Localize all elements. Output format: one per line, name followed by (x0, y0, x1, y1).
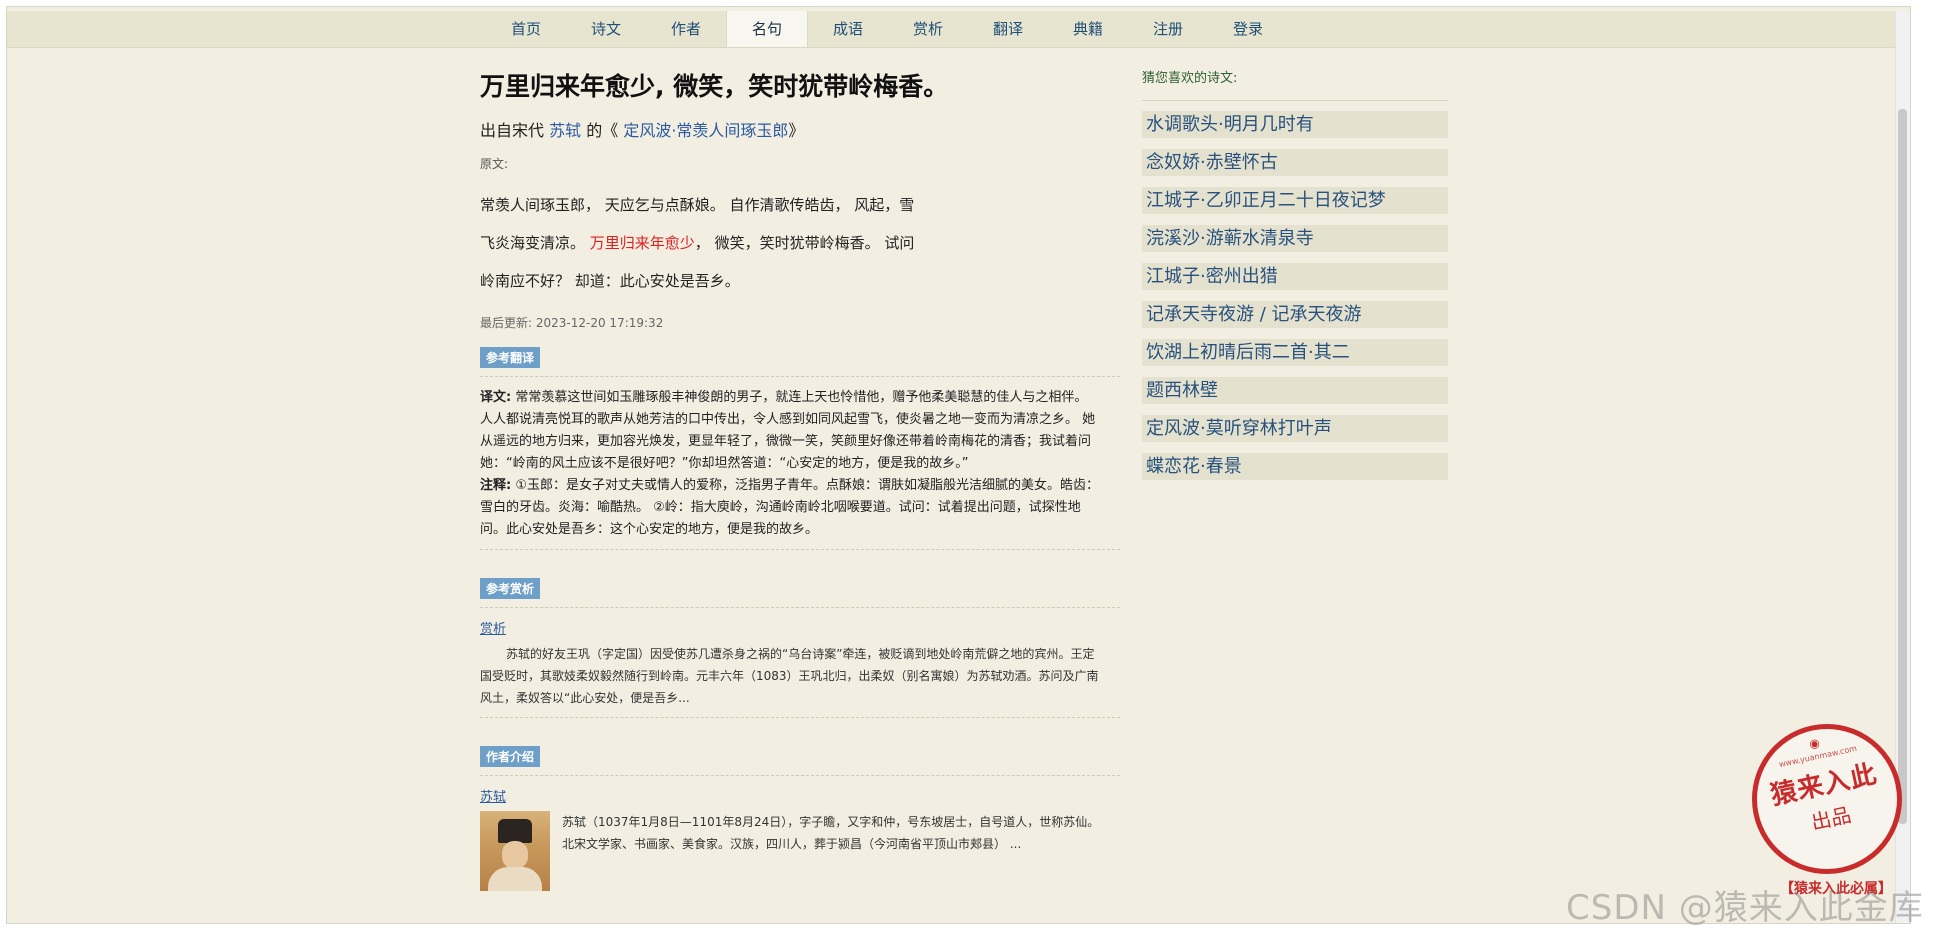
portrait-face (502, 841, 528, 869)
sidebar-item[interactable]: 蝶恋花·春景 (1142, 453, 1448, 480)
divider (480, 775, 1120, 776)
top-navigation: 首页 诗文 作者 名句 成语 赏析 翻译 典籍 注册 登录 (7, 11, 1910, 48)
author-portrait[interactable] (480, 811, 550, 891)
updated-label: 最后更新: (480, 316, 533, 330)
page-title: 万里归来年愈少, 微笑，笑时犹带岭梅香。 (480, 72, 949, 101)
nav-items: 首页 诗文 作者 名句 成语 赏析 翻译 典籍 注册 登录 (486, 11, 1288, 47)
annotation-text: 注释: ①玉郎：是女子对丈夫或情人的爱称，泛指男子青年。点酥娘：谓肤如凝脂般光洁… (480, 475, 1100, 541)
sidebar-item[interactable]: 饮湖上初晴后雨二首·其二 (1142, 339, 1448, 366)
sidebar-item[interactable]: 水调歌头·明月几时有 (1142, 111, 1448, 138)
author-block: 苏轼（1037年1月8日—1101年8月24日），字子瞻，又字和仲，号东坡居士，… (480, 811, 1120, 891)
zhushi-text: ①玉郎：是女子对丈夫或情人的爱称，泛指男子青年。点酥娘：谓肤如凝脂般光洁细腻的美… (480, 478, 1099, 537)
nav-login[interactable]: 登录 (1208, 11, 1288, 47)
divider (480, 376, 1120, 377)
yiwen-text: 常常羡慕这世间如玉雕琢般丰神俊朗的男子，就连上天也怜惜他，赠予他柔美聪慧的佳人与… (480, 390, 1096, 471)
nav-home[interactable]: 首页 (486, 11, 566, 47)
seal-logo-icon: ◉ (1807, 735, 1821, 752)
sidebar-item[interactable]: 题西林壁 (1142, 377, 1448, 404)
sidebar-header: 猜您喜欢的诗文: (1142, 67, 1448, 101)
updated-value: 2023-12-20 17:19:32 (535, 316, 664, 330)
sidebar-item[interactable]: 记承天寺夜游 / 记承天夜游 (1142, 301, 1448, 328)
translation-text: 译文: 常常羡慕这世间如玉雕琢般丰神俊朗的男子，就连上天也怜惜他，赠予他柔美聪慧… (480, 387, 1100, 475)
divider (480, 549, 1120, 550)
browser-page: 首页 诗文 作者 名句 成语 赏析 翻译 典籍 注册 登录 万里归来年愈少, 微… (6, 6, 1911, 924)
nav-idioms[interactable]: 成语 (808, 11, 888, 47)
nav-appreciation[interactable]: 赏析 (888, 11, 968, 47)
translation-tag: 参考翻译 (480, 347, 541, 368)
appreciation-text: 苏轼的好友王巩（字定国）因受使苏几遭杀身之祸的“乌台诗案”牵连，被贬谪到地处岭南… (480, 647, 1099, 705)
poem-text: 常羡人间琢玉郎， 天应乞与点酥娘。 自作清歌传皓齿， 风起，雪飞炎海变清凉。 万… (480, 186, 920, 300)
author-intro-text: 苏轼（1037年1月8日—1101年8月24日），字子瞻，又字和仲，号东坡居士，… (562, 815, 1100, 851)
appreciation-title-link[interactable]: 赏析 (480, 618, 1120, 637)
nav-translation[interactable]: 翻译 (968, 11, 1048, 47)
author-link[interactable]: 苏轼 (549, 121, 581, 140)
original-label: 原文: (480, 157, 509, 171)
sidebar-item[interactable]: 江城子·乙卯正月二十日夜记梦 (1142, 187, 1448, 214)
nav-register[interactable]: 注册 (1128, 11, 1208, 47)
source-suffix: 》 (788, 121, 805, 140)
portrait-hat (498, 819, 532, 843)
divider (480, 717, 1120, 718)
work-link[interactable]: 定风波·常羡人间琢玉郎 (623, 121, 788, 140)
author-name-link[interactable]: 苏轼 (480, 786, 1120, 805)
poem-highlight: 万里归来年愈少 (589, 234, 695, 252)
sidebar-item[interactable]: 定风波·莫听穿林打叶声 (1142, 415, 1448, 442)
nav-classics[interactable]: 典籍 (1048, 11, 1128, 47)
recommend-sidebar: 猜您喜欢的诗文: 水调歌头·明月几时有 念奴娇·赤壁怀古 江城子·乙卯正月二十日… (1142, 67, 1448, 491)
last-updated: 最后更新: 2023-12-20 17:19:32 (480, 314, 1120, 331)
appreciation-tag: 参考赏析 (480, 578, 541, 599)
nav-famous-lines[interactable]: 名句 (726, 11, 808, 47)
sidebar-item[interactable]: 念奴娇·赤壁怀古 (1142, 149, 1448, 176)
author-intro-tag: 作者介绍 (480, 746, 541, 767)
zhushi-label: 注释: (480, 478, 512, 493)
yiwen-label: 译文: (480, 390, 512, 405)
main-content: 万里归来年愈少, 微笑，笑时犹带岭梅香。 出自宋代 苏轼 的《 定风波·常羡人间… (480, 57, 1120, 917)
source-line: 出自宋代 苏轼 的《 定风波·常羡人间琢玉郎》 (480, 117, 1120, 141)
source-mid: 的《 (586, 121, 619, 140)
portrait-robe (488, 867, 542, 891)
nav-poems[interactable]: 诗文 (566, 11, 646, 47)
watermark: CSDN @猿来入此金库 (1566, 888, 1924, 928)
nav-authors[interactable]: 作者 (646, 11, 726, 47)
source-prefix: 出自宋代 (480, 121, 545, 140)
sidebar-item[interactable]: 江城子·密州出猎 (1142, 263, 1448, 290)
sidebar-item[interactable]: 浣溪沙·游蕲水清泉寺 (1142, 225, 1448, 252)
scrollbar-thumb[interactable] (1898, 109, 1907, 824)
divider (480, 607, 1120, 608)
